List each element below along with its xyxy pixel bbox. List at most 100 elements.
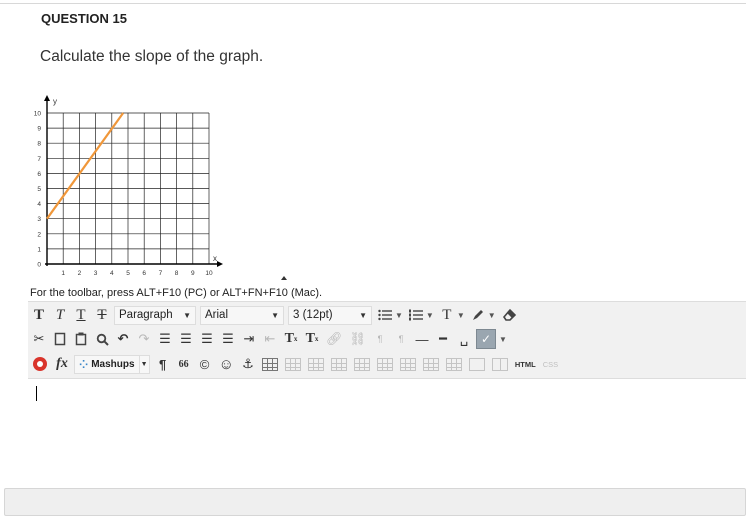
superscript-base: T [284,331,294,346]
mashups-button[interactable]: ⁘ Mashups [74,354,140,374]
clear-formatting-button[interactable] [500,305,519,325]
emoticon-button[interactable]: ☺ [217,354,236,374]
x-tick-label: 9 [191,270,195,277]
chevron-down-icon[interactable]: ▼ [426,311,434,320]
thick-line-button[interactable]: ━ [434,329,452,349]
check-icon: ✓ [481,332,492,346]
slope-graph: 1 2 3 4 5 6 7 8 9 10 0 1 2 3 4 5 6 7 8 9 10 y x [34,95,223,277]
css-button[interactable]: CSS [541,354,560,374]
redo-icon: ↷ [138,331,150,346]
html-button[interactable]: HTML [513,354,538,374]
cut-button[interactable]: ✂ [30,329,48,349]
mashup-media-button[interactable] [30,354,50,374]
chevron-down-icon[interactable]: ▼ [138,354,150,374]
function-icon: fx [56,356,68,371]
insert-col-before-button[interactable] [398,354,418,374]
copy-button[interactable] [51,329,69,349]
indent-button[interactable]: ⇥ [240,329,258,349]
insert-row-after-button[interactable] [352,354,372,374]
italic-button[interactable]: T [51,305,69,325]
outdent-button[interactable]: ⇤ [261,329,279,349]
bulleted-list-button[interactable] [376,305,394,325]
undo-icon: ↶ [117,331,129,346]
justify-icon: ☰ [222,331,234,346]
question-prompt: Calculate the slope of the graph. [40,48,264,65]
chevron-down-icon[interactable]: ▼ [395,311,403,320]
insert-link-button[interactable]: 🔗︎ [324,329,345,349]
table-row-icon [284,357,301,371]
table-cell-icon [307,357,324,371]
ltr-icon: ¶ [377,334,383,344]
anchor-button[interactable]: ⚓ [239,354,257,374]
table-icon [261,357,278,371]
pilcrow-icon: ¶ [158,356,167,372]
align-center-button[interactable]: ☰ [177,329,195,349]
row-before-icon [330,357,347,371]
y-tick-label: 7 [37,156,41,163]
nonbreaking-space-button[interactable]: ␣ [455,329,473,349]
indent-icon: ⇥ [243,331,255,346]
answer-text-area[interactable] [28,380,746,484]
graph-axes [44,95,223,267]
insert-row-before-button[interactable] [329,354,349,374]
chevron-down-icon[interactable]: ▼ [488,311,496,320]
remove-link-button[interactable]: ⛓︎ [348,329,369,349]
subscript-button[interactable]: Tx [303,329,321,349]
insert-table-button[interactable] [260,354,280,374]
justify-button[interactable]: ☰ [219,329,237,349]
table-cell-props-button[interactable] [306,354,326,374]
paste-button[interactable] [72,329,90,349]
bold-button[interactable]: T [30,305,48,325]
x-tick-label: 5 [126,270,130,277]
redo-button[interactable]: ↷ [135,329,153,349]
strikethrough-button[interactable]: T [93,305,111,325]
font-family-select[interactable]: Arial ▼ [200,305,284,325]
equation-button[interactable]: fx [53,354,71,374]
numbered-list-button[interactable] [407,305,425,325]
underline-button[interactable]: T [72,305,90,325]
text-color-button[interactable]: T [438,305,456,325]
graph-grid [46,112,210,265]
y-tick-label: 1 [37,246,41,253]
highlight-button[interactable] [469,305,487,325]
paragraph-format-select[interactable]: Paragraph ▼ [114,305,196,325]
delete-col-button[interactable] [444,354,464,374]
blockquote-button[interactable]: 66 [175,354,193,374]
align-right-button[interactable]: ☰ [198,329,216,349]
scissors-icon: ✂ [33,331,45,346]
horizontal-line-button[interactable]: — [413,329,431,349]
chevron-down-icon[interactable]: ▼ [457,311,465,320]
copy-icon [54,332,66,346]
rtl-button[interactable]: ¶ [392,329,410,349]
toolbar-row-2: ✂ ↶ ↷ ☰ ☰ ☰ ☰ ⇥ ⇤ Tx Tx 🔗︎ ⛓︎ ¶ ¶ — ━ ␣ … [30,327,511,351]
merge-cells-button[interactable] [467,354,487,374]
delete-col-icon [445,357,462,371]
table-row-props-button[interactable] [283,354,303,374]
toolbar-row-1: T T T T Paragraph ▼ Arial ▼ 3 (12pt) ▼ ▼… [30,303,522,327]
ltr-button[interactable]: ¶ [371,329,389,349]
special-character-button[interactable]: © [196,354,214,374]
paragraph-format-value: Paragraph [119,309,173,321]
link-icon: 🔗︎ [326,331,343,346]
y-axis-arrow [44,95,50,101]
superscript-button[interactable]: Tx [282,329,300,349]
font-size-select[interactable]: 3 (12pt) ▼ [288,305,372,325]
paragraph-mark-button[interactable]: ¶ [154,354,172,374]
y-tick-label: 8 [37,141,41,148]
top-divider [0,3,746,4]
unlink-icon: ⛓︎ [349,331,367,346]
split-cells-button[interactable] [490,354,510,374]
bottom-status-bar [4,488,746,516]
align-left-button[interactable]: ☰ [156,329,174,349]
x-axis-label: x [213,254,217,263]
y-tick-label: 3 [37,216,41,223]
numbered-list-icon [408,309,423,321]
spellcheck-button[interactable]: ✓ [476,329,497,349]
insert-col-after-button[interactable] [421,354,441,374]
align-center-icon: ☰ [180,331,192,346]
undo-button[interactable]: ↶ [114,329,132,349]
delete-row-button[interactable] [375,354,395,374]
text-caret [36,386,37,401]
chevron-down-icon[interactable]: ▼ [499,335,507,344]
find-button[interactable] [93,329,111,349]
